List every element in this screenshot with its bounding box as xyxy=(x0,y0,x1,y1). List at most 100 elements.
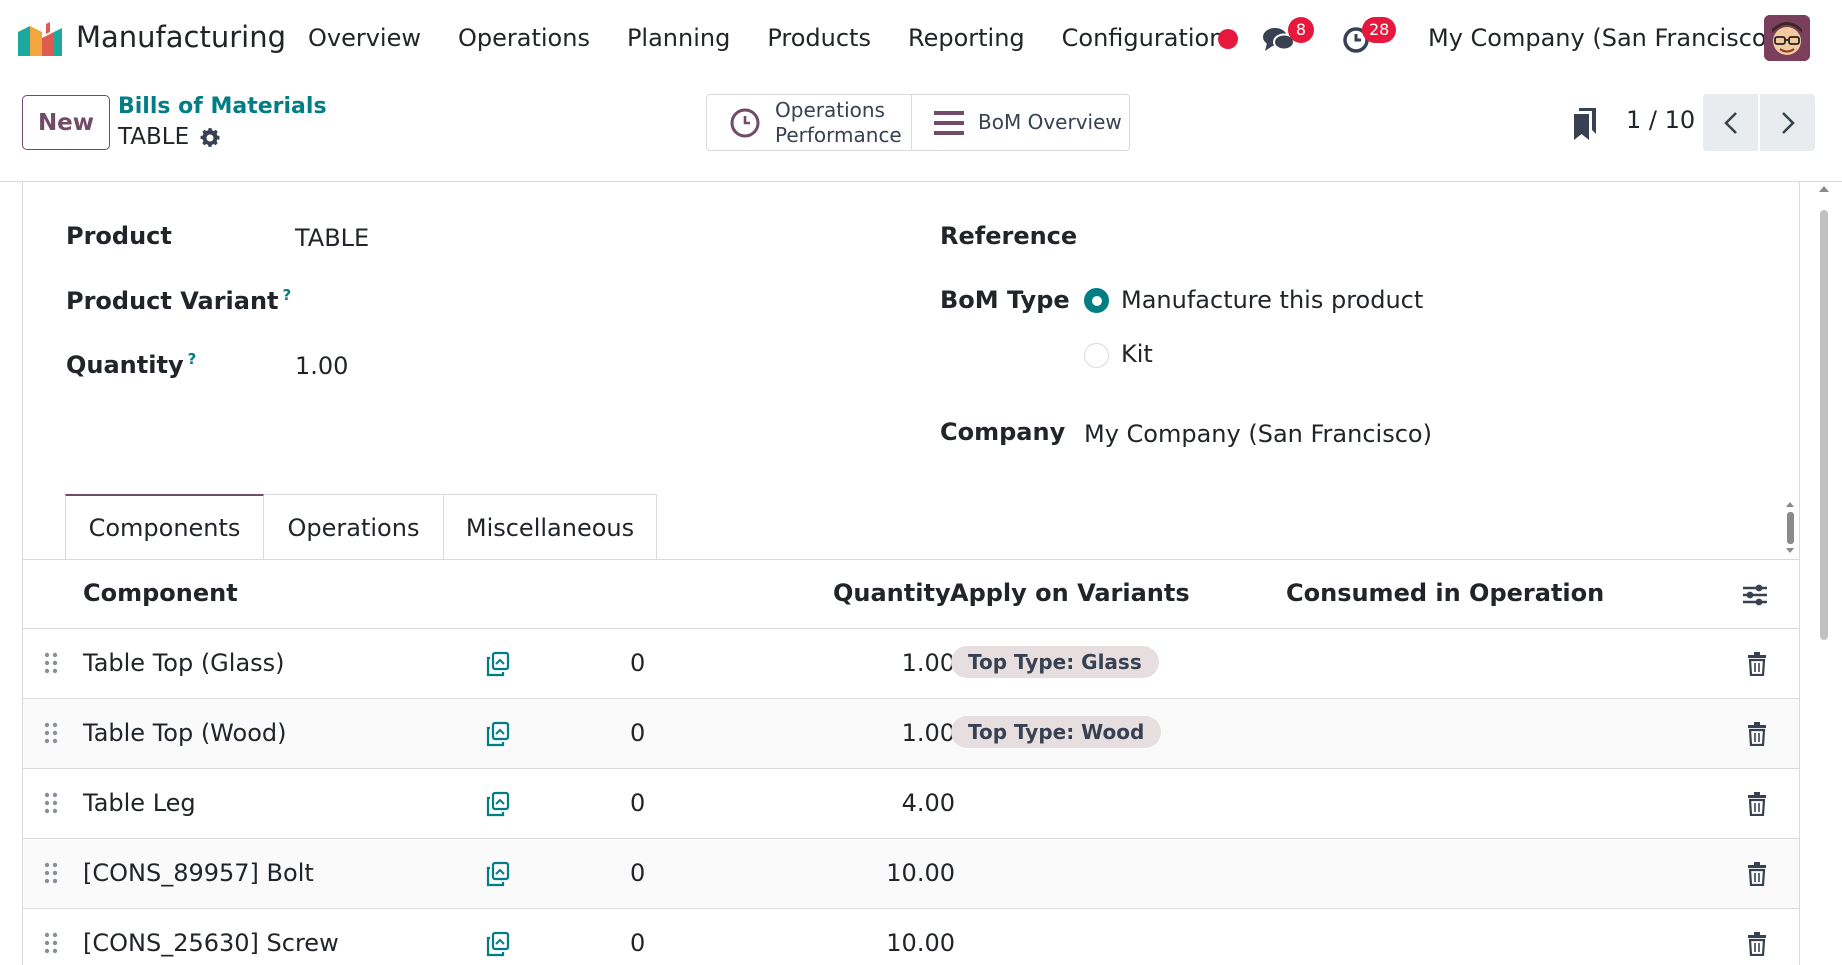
breadcrumb-bills-of-materials[interactable]: Bills of Materials xyxy=(118,94,327,119)
component-name[interactable]: [CONS_89957] Bolt xyxy=(83,859,314,887)
component-count: 0 xyxy=(630,859,646,887)
component-quantity[interactable]: 4.00 xyxy=(853,789,955,817)
menu-operations[interactable]: Operations xyxy=(458,24,590,52)
product-field[interactable]: TABLE xyxy=(295,224,369,252)
component-count: 0 xyxy=(630,929,646,957)
chevron-left-icon xyxy=(1723,111,1737,134)
operations-performance-label: Operations Performance xyxy=(775,97,902,147)
product-variant-field[interactable] xyxy=(295,286,855,318)
copy-icon[interactable] xyxy=(485,931,511,957)
bom-overview-label: BoM Overview xyxy=(978,110,1122,134)
product-label: Product xyxy=(66,222,172,250)
component-quantity[interactable]: 1.00 xyxy=(853,649,955,677)
tab-scroll-up-arrow-icon[interactable] xyxy=(1786,502,1794,507)
company-field[interactable]: My Company (San Francisco) xyxy=(1084,420,1432,448)
trash-icon[interactable] xyxy=(1747,862,1767,886)
recording-dot-icon[interactable] xyxy=(1218,29,1238,49)
column-component[interactable]: Component xyxy=(83,579,238,607)
new-button[interactable]: New xyxy=(22,95,110,150)
component-count: 0 xyxy=(630,789,646,817)
tab-operations[interactable]: Operations xyxy=(264,494,444,560)
bookmark-icon[interactable] xyxy=(1574,108,1596,140)
bars-icon xyxy=(934,110,965,135)
help-tooltip-icon[interactable]: ? xyxy=(283,286,292,304)
component-quantity[interactable]: 10.00 xyxy=(853,859,955,887)
operations-performance-button[interactable]: Operations Performance xyxy=(707,95,913,150)
column-consumed-in-operation[interactable]: Consumed in Operation xyxy=(1286,579,1604,607)
copy-icon[interactable] xyxy=(485,721,511,747)
chevron-right-icon xyxy=(1781,111,1795,134)
record-title: TABLE xyxy=(118,124,190,150)
copy-icon[interactable] xyxy=(485,861,511,887)
company-label: Company xyxy=(940,418,1066,446)
optional-columns-icon[interactable] xyxy=(1741,582,1769,608)
trash-icon[interactable] xyxy=(1747,652,1767,676)
copy-icon[interactable] xyxy=(485,791,511,817)
quantity-label: Quantity? xyxy=(66,350,197,379)
pager-value[interactable]: 1 / 10 xyxy=(1626,106,1695,134)
column-apply-on-variants[interactable]: Apply on Variants xyxy=(950,579,1190,607)
bom-type-manufacture-radio[interactable] xyxy=(1084,288,1109,313)
app-name[interactable]: Manufacturing xyxy=(76,20,286,54)
reference-field[interactable] xyxy=(1085,222,1765,254)
trash-icon[interactable] xyxy=(1747,722,1767,746)
menu-reporting[interactable]: Reporting xyxy=(908,24,1025,52)
column-quantity[interactable]: Quantity xyxy=(833,579,951,607)
drag-handle-icon[interactable] xyxy=(43,861,59,885)
pager-previous-button[interactable] xyxy=(1703,94,1758,151)
menu-products[interactable]: Products xyxy=(767,24,871,52)
component-name[interactable]: Table Top (Wood) xyxy=(83,719,286,747)
trash-icon[interactable] xyxy=(1747,792,1767,816)
pager-next-button[interactable] xyxy=(1760,94,1815,151)
messages-count-badge: 8 xyxy=(1288,17,1314,43)
component-count: 0 xyxy=(630,649,646,677)
bom-type-manufacture-label[interactable]: Manufacture this product xyxy=(1121,286,1423,314)
company-switcher[interactable]: My Company (San Francisco) xyxy=(1428,24,1776,52)
tab-miscellaneous[interactable]: Miscellaneous xyxy=(444,494,657,560)
variant-tag[interactable]: Top Type: Wood xyxy=(951,716,1162,748)
variant-tag[interactable]: Top Type: Glass xyxy=(951,646,1159,678)
table-row[interactable]: Table Top (Glass) 0 1.00 Top Type: Glass xyxy=(23,629,1799,699)
component-name[interactable]: [CONS_25630] Screw xyxy=(83,929,339,957)
activities-count-badge: 28 xyxy=(1362,17,1397,43)
drag-handle-icon[interactable] xyxy=(43,931,59,955)
bom-type-label: BoM Type xyxy=(940,286,1070,314)
smart-buttons: Operations Performance BoM Overview xyxy=(706,94,1130,151)
bom-type-kit-radio[interactable] xyxy=(1084,343,1109,368)
menu-overview[interactable]: Overview xyxy=(308,24,421,52)
reference-label: Reference xyxy=(940,222,1078,250)
tab-scroll-down-arrow-icon[interactable] xyxy=(1786,548,1794,553)
bom-overview-button[interactable]: BoM Overview xyxy=(912,95,1129,150)
quantity-field[interactable]: 1.00 xyxy=(295,352,348,380)
drag-handle-icon[interactable] xyxy=(43,721,59,745)
drag-handle-icon[interactable] xyxy=(43,651,59,675)
tab-components[interactable]: Components xyxy=(65,494,264,560)
main-menu: Overview Operations Planning Products Re… xyxy=(308,24,1261,52)
menu-planning[interactable]: Planning xyxy=(627,24,730,52)
tab-scrollbar-thumb[interactable] xyxy=(1787,512,1794,544)
copy-icon[interactable] xyxy=(485,651,511,677)
control-panel: New Bills of Materials TABLE Operations … xyxy=(0,80,1842,182)
clock-icon xyxy=(730,108,760,137)
table-row[interactable]: [CONS_25630] Screw 0 10.00 xyxy=(23,909,1799,965)
component-quantity[interactable]: 10.00 xyxy=(853,929,955,957)
table-row[interactable]: [CONS_89957] Bolt 0 10.00 xyxy=(23,839,1799,909)
product-variant-label: Product Variant? xyxy=(66,286,292,315)
user-avatar[interactable] xyxy=(1764,15,1810,61)
top-navbar: Manufacturing Overview Operations Planni… xyxy=(0,0,1842,80)
drag-handle-icon[interactable] xyxy=(43,791,59,815)
component-name[interactable]: Table Top (Glass) xyxy=(83,649,285,677)
manufacturing-app-icon[interactable] xyxy=(16,22,62,58)
scroll-up-arrow-icon[interactable] xyxy=(1819,186,1829,192)
table-row[interactable]: Table Leg 0 4.00 xyxy=(23,769,1799,839)
component-quantity[interactable]: 1.00 xyxy=(853,719,955,747)
table-row[interactable]: Table Top (Wood) 0 1.00 Top Type: Wood xyxy=(23,699,1799,769)
help-tooltip-icon[interactable]: ? xyxy=(188,350,197,368)
menu-configuration[interactable]: Configuration xyxy=(1062,24,1225,52)
page-scrollbar-thumb[interactable] xyxy=(1820,210,1828,640)
gear-icon[interactable] xyxy=(198,126,222,150)
notebook-tabs: Components Operations Miscellaneous xyxy=(65,494,657,560)
component-name[interactable]: Table Leg xyxy=(83,789,196,817)
bom-type-kit-label[interactable]: Kit xyxy=(1121,340,1153,368)
trash-icon[interactable] xyxy=(1747,932,1767,956)
